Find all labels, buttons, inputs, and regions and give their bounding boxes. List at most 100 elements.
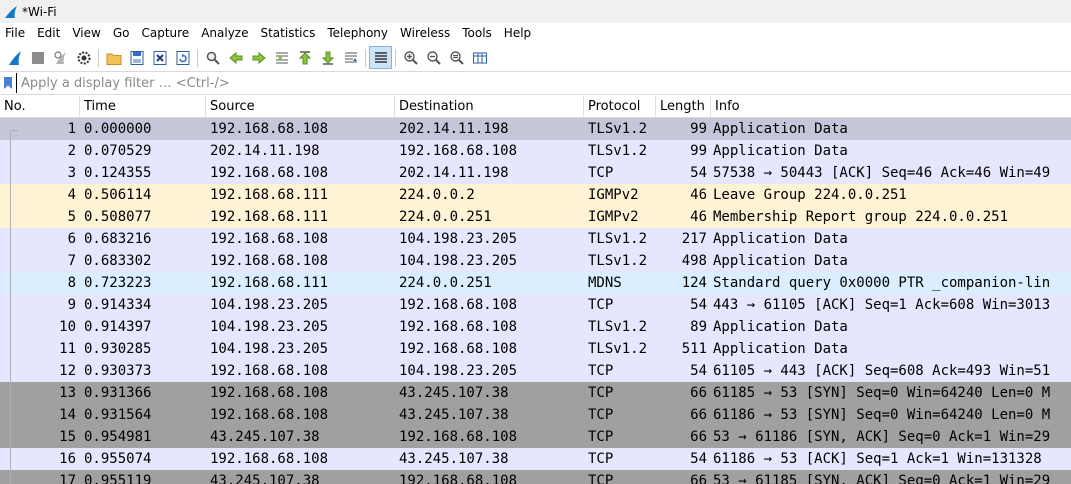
cell-source: 192.168.68.108	[210, 121, 329, 137]
cell-length: 54	[690, 165, 707, 181]
close-file-icon[interactable]	[148, 46, 171, 69]
packet-row[interactable]: 5 0.508077 192.168.68.111 224.0.0.251 IGMPv2…	[0, 206, 1071, 228]
cell-protocol: TCP	[588, 363, 614, 379]
packet-row[interactable]: 3 0.124355 192.168.68.108 202.14.11.198 TCP 5…	[0, 162, 1071, 184]
cell-no: 7	[67, 253, 76, 269]
cell-source: 202.14.11.198	[210, 143, 320, 159]
cell-length: 54	[690, 451, 707, 467]
cell-source: 192.168.68.108	[210, 165, 329, 181]
restart-capture-icon[interactable]	[49, 46, 72, 69]
colorize-icon[interactable]	[369, 46, 392, 69]
column-header-source[interactable]: Source	[206, 96, 395, 118]
packet-row[interactable]: 7 0.683302 192.168.68.108 104.198.23.205 TLS…	[0, 250, 1071, 272]
reload-file-icon[interactable]	[171, 46, 194, 69]
menu-edit[interactable]: Edit	[31, 23, 66, 44]
packet-row[interactable]: 14 0.931564 192.168.68.108 43.245.107.38 TCP…	[0, 404, 1071, 426]
packet-row[interactable]: 4 0.506114 192.168.68.111 224.0.0.2 IGMPv2 46…	[0, 184, 1071, 206]
packet-row[interactable]: 13 0.931366 192.168.68.108 43.245.107.38 TCP…	[0, 382, 1071, 404]
cell-length: 99	[690, 143, 707, 159]
cell-protocol: TCP	[588, 385, 614, 401]
cell-source: 104.198.23.205	[210, 319, 329, 335]
menu-analyze[interactable]: Analyze	[195, 23, 254, 44]
packet-row[interactable]: 1 0.000000 192.168.68.108 202.14.11.198 TLSv…	[0, 118, 1071, 140]
cell-length: 66	[690, 385, 707, 401]
capture-options-gear-icon[interactable]	[72, 46, 95, 69]
go-first-icon[interactable]	[293, 46, 316, 69]
go-back-icon[interactable]	[224, 46, 247, 69]
cell-time: 0.931564	[84, 407, 152, 423]
cell-source: 192.168.68.108	[210, 407, 329, 423]
cell-no: 5	[67, 209, 76, 225]
find-packet-icon[interactable]	[201, 46, 224, 69]
cell-destination: 224.0.0.251	[399, 209, 492, 225]
filter-bookmark-icon[interactable]	[0, 72, 16, 94]
cell-protocol: TCP	[588, 407, 614, 423]
cell-no: 3	[67, 165, 76, 181]
display-filter-input[interactable]	[16, 73, 1071, 93]
save-file-icon[interactable]	[125, 46, 148, 69]
cell-source: 43.245.107.38	[210, 473, 320, 484]
go-forward-icon[interactable]	[247, 46, 270, 69]
cell-source: 192.168.68.108	[210, 451, 329, 467]
cell-destination: 104.198.23.205	[399, 231, 518, 247]
menu-statistics[interactable]: Statistics	[254, 23, 321, 44]
column-header-no[interactable]: No.	[0, 96, 80, 118]
resize-columns-icon[interactable]	[468, 46, 491, 69]
cell-length: 217	[681, 231, 707, 247]
cell-info: Application Data	[713, 121, 848, 137]
packet-row[interactable]: 17 0.955119 43.245.107.38 192.168.68.108 TCP…	[0, 470, 1071, 484]
menu-go[interactable]: Go	[107, 23, 136, 44]
menu-help[interactable]: Help	[498, 23, 537, 44]
packet-row[interactable]: 16 0.955074 192.168.68.108 43.245.107.38 TCP…	[0, 448, 1071, 470]
cell-source: 104.198.23.205	[210, 341, 329, 357]
cell-protocol: IGMPv2	[588, 187, 639, 203]
cell-length: 511	[681, 341, 707, 357]
packet-row[interactable]: 9 0.914334 104.198.23.205 192.168.68.108 TCP…	[0, 294, 1071, 316]
menu-bar: File Edit View Go Capture Analyze Statis…	[0, 23, 1071, 44]
zoom-normal-icon[interactable]	[445, 46, 468, 69]
go-last-icon[interactable]	[316, 46, 339, 69]
menu-wireless[interactable]: Wireless	[394, 23, 456, 44]
cell-info: 443 → 61105 [ACK] Seq=1 Ack=608 Win=3013	[713, 297, 1051, 313]
zoom-out-icon[interactable]	[422, 46, 445, 69]
column-header-destination[interactable]: Destination	[395, 96, 584, 118]
go-to-packet-icon[interactable]	[270, 46, 293, 69]
packet-row[interactable]: 12 0.930373 192.168.68.108 104.198.23.205 TC…	[0, 360, 1071, 382]
autoscroll-icon[interactable]	[339, 46, 362, 69]
column-header-protocol[interactable]: Protocol	[584, 96, 656, 118]
cell-source: 192.168.68.108	[210, 385, 329, 401]
cell-protocol: TLSv1.2	[588, 231, 648, 247]
cell-length: 89	[690, 319, 707, 335]
packet-row[interactable]: 10 0.914397 104.198.23.205 192.168.68.108 TL…	[0, 316, 1071, 338]
title-bar: *Wi-Fi	[0, 0, 1071, 23]
menu-capture[interactable]: Capture	[135, 23, 195, 44]
packet-row[interactable]: 8 0.723223 192.168.68.111 224.0.0.251 MDNS 12…	[0, 272, 1071, 294]
packet-row[interactable]: 6 0.683216 192.168.68.108 104.198.23.205 TLS…	[0, 228, 1071, 250]
cell-time: 0.000000	[84, 121, 152, 137]
packet-row[interactable]: 2 0.070529 202.14.11.198 192.168.68.108 TLSv…	[0, 140, 1071, 162]
menu-telephony[interactable]: Telephony	[321, 23, 394, 44]
packet-list[interactable]: 1 0.000000 192.168.68.108 202.14.11.198 TLSv…	[0, 118, 1071, 484]
cell-time: 0.914334	[84, 297, 152, 313]
cell-no: 15	[59, 429, 76, 445]
cell-destination: 192.168.68.108	[399, 143, 518, 159]
zoom-in-icon[interactable]	[399, 46, 422, 69]
cell-destination: 43.245.107.38	[399, 451, 509, 467]
column-header-length[interactable]: Length	[656, 96, 711, 118]
column-header-time[interactable]: Time	[80, 96, 206, 118]
cell-length: 498	[681, 253, 707, 269]
packet-row[interactable]: 15 0.954981 43.245.107.38 192.168.68.108 TCP…	[0, 426, 1071, 448]
column-header-info[interactable]: Info	[711, 96, 1071, 118]
menu-file[interactable]: File	[0, 23, 31, 44]
menu-tools[interactable]: Tools	[456, 23, 498, 44]
open-folder-icon[interactable]	[102, 46, 125, 69]
cell-info: Application Data	[713, 143, 848, 159]
stop-square-icon[interactable]	[26, 46, 49, 69]
menu-view[interactable]: View	[66, 23, 106, 44]
display-filter-bar	[0, 71, 1071, 95]
toolbar-separator	[395, 48, 396, 67]
cell-info: 61186 → 53 [SYN] Seq=0 Win=64240 Len=0 M	[713, 407, 1051, 423]
shark-fin-start-icon[interactable]	[3, 46, 26, 69]
cell-no: 10	[59, 319, 76, 335]
packet-row[interactable]: 11 0.930285 104.198.23.205 192.168.68.108 TL…	[0, 338, 1071, 360]
